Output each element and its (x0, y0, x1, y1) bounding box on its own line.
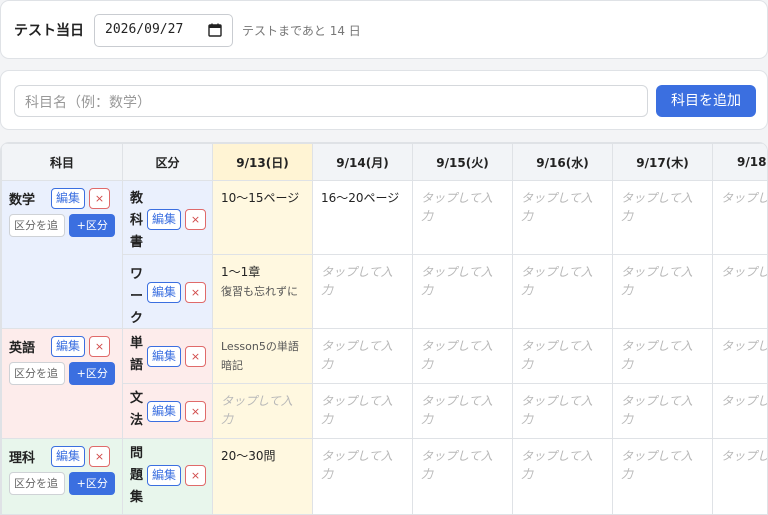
plan-cell[interactable]: 16〜20ページ (312, 180, 413, 255)
plan-cell[interactable]: タップして入力 (312, 254, 413, 329)
category-cell: ワーク 編集 × (122, 254, 213, 329)
plan-cell[interactable]: タップして入力 (712, 328, 767, 384)
delete-subject-button[interactable]: × (89, 188, 111, 209)
plan-cell[interactable]: 20〜30問 (212, 438, 313, 514)
subject-cell-english: 英語 編集 × 区分を追 +区分 (1, 328, 123, 439)
header-category: 区分 (122, 143, 213, 181)
category-name: ワーク (130, 267, 144, 326)
category-name-input[interactable]: 区分を追 (9, 362, 66, 385)
header-date-today: 9/13(日) (212, 143, 313, 181)
subject-cell-math: 数学 編集 × 区分を追 +区分 (1, 180, 123, 329)
days-remaining-text: テストまであと 14 日 (242, 24, 361, 38)
delete-category-button[interactable]: × (185, 346, 207, 367)
edit-subject-button[interactable]: 編集 (51, 446, 86, 467)
plan-cell[interactable]: タップして入力 (212, 383, 313, 439)
delete-subject-button[interactable]: × (89, 446, 111, 467)
subject-name-input[interactable]: 科目名（例：数学） (14, 85, 648, 117)
exam-date-label: テスト当日 (14, 23, 84, 39)
plan-cell[interactable]: タップして入力 (312, 438, 413, 514)
plan-cell[interactable]: タップして入力 (412, 328, 513, 384)
plan-cell[interactable]: タップして入力 (612, 383, 713, 439)
header-date: 9/16(水) (512, 143, 613, 181)
delete-category-button[interactable]: × (185, 209, 207, 230)
category-cell: 問題集 編集 × (122, 438, 213, 514)
category-cell: 単語 編集 × (122, 328, 213, 384)
add-category-button[interactable]: +区分 (69, 472, 115, 495)
add-subject-button[interactable]: 科目を追加 (656, 85, 756, 117)
plan-cell[interactable]: タップして入力 (712, 438, 767, 514)
plan-cell[interactable]: 1〜1章 復習も忘れずに (212, 254, 313, 329)
plan-note: 復習も忘れずに (221, 285, 298, 298)
edit-subject-button[interactable]: 編集 (51, 336, 86, 357)
edit-category-button[interactable]: 編集 (147, 401, 182, 422)
table-header-row: 科目 区分 9/13(日) 9/14(月) 9/15(火) 9/16(水) 9/… (1, 143, 767, 181)
exam-date-input[interactable]: 2026/09/27 (94, 14, 233, 47)
edit-category-button[interactable]: 編集 (147, 346, 182, 367)
plan-cell[interactable]: タップして入力 (612, 254, 713, 329)
category-name: 単語 (130, 336, 144, 373)
plan-cell[interactable]: タップして入力 (512, 383, 613, 439)
plan-cell[interactable]: タップして入力 (512, 254, 613, 329)
add-category-button[interactable]: +区分 (69, 214, 115, 237)
delete-category-button[interactable]: × (185, 282, 207, 303)
study-plan-table-card: 科目 区分 9/13(日) 9/14(月) 9/15(火) 9/16(水) 9/… (0, 142, 768, 515)
header-date: 9/14(月) (312, 143, 413, 181)
category-cell: 文法 編集 × (122, 383, 213, 439)
edit-category-button[interactable]: 編集 (147, 465, 182, 486)
exam-date-value: 2026/09/27 (105, 22, 184, 37)
delete-category-button[interactable]: × (185, 401, 207, 422)
delete-category-button[interactable]: × (185, 465, 207, 486)
plan-cell[interactable]: タップして入力 (612, 438, 713, 514)
header-subject: 科目 (1, 143, 123, 181)
plan-cell[interactable]: タップして入力 (312, 328, 413, 384)
subject-cell-science: 理科 編集 × 区分を追 +区分 (1, 438, 123, 514)
subject-name: 数学 (9, 193, 36, 208)
plan-cell[interactable]: タップして入力 (512, 328, 613, 384)
delete-subject-button[interactable]: × (89, 336, 111, 357)
plan-cell[interactable]: タップして入力 (712, 180, 767, 255)
category-name: 文法 (130, 391, 144, 428)
table-row: 理科 編集 × 区分を追 +区分 問題集 編集 × 20〜30問 タップして入力… (1, 438, 767, 514)
category-name: 教科書 (130, 191, 144, 250)
header-date: 9/18( (712, 143, 767, 181)
plan-cell[interactable]: タップして入力 (512, 438, 613, 514)
plan-cell[interactable]: タップして入力 (312, 383, 413, 439)
exam-date-card: テスト当日 2026/09/27 テストまであと 14 日 (0, 0, 768, 59)
calendar-icon[interactable] (208, 23, 222, 37)
add-subject-card: 科目名（例：数学） 科目を追加 (0, 70, 768, 130)
plan-cell[interactable]: タップして入力 (412, 383, 513, 439)
subject-name: 理科 (9, 451, 36, 466)
plan-cell[interactable]: タップして入力 (612, 328, 713, 384)
plan-cell[interactable]: タップして入力 (512, 180, 613, 255)
edit-subject-button[interactable]: 編集 (51, 188, 86, 209)
category-cell: 教科書 編集 × (122, 180, 213, 255)
study-plan-table: 科目 区分 9/13(日) 9/14(月) 9/15(火) 9/16(水) 9/… (1, 143, 767, 514)
add-category-button[interactable]: +区分 (69, 362, 115, 385)
plan-cell[interactable]: タップして入力 (412, 180, 513, 255)
plan-cell[interactable]: 10〜15ページ (212, 180, 313, 255)
edit-category-button[interactable]: 編集 (147, 282, 182, 303)
plan-cell[interactable]: Lesson5の単語暗記 (212, 328, 313, 384)
table-row: 数学 編集 × 区分を追 +区分 教科書 編集 × 10〜15ページ 16〜20… (1, 180, 767, 329)
header-date: 9/15(火) (412, 143, 513, 181)
category-name: 問題集 (130, 446, 144, 505)
plan-cell[interactable]: タップして入力 (412, 438, 513, 514)
category-name-input[interactable]: 区分を追 (9, 214, 66, 237)
table-row: 英語 編集 × 区分を追 +区分 単語 編集 × Lesson5の単語暗記 タッ… (1, 328, 767, 439)
plan-cell[interactable]: タップして入力 (712, 383, 767, 439)
category-name-input[interactable]: 区分を追 (9, 472, 66, 495)
edit-category-button[interactable]: 編集 (147, 209, 182, 230)
header-date: 9/17(木) (612, 143, 713, 181)
plan-cell[interactable]: タップして入力 (412, 254, 513, 329)
plan-cell[interactable]: タップして入力 (612, 180, 713, 255)
plan-cell[interactable]: タップして入力 (712, 254, 767, 329)
subject-name: 英語 (9, 341, 36, 356)
